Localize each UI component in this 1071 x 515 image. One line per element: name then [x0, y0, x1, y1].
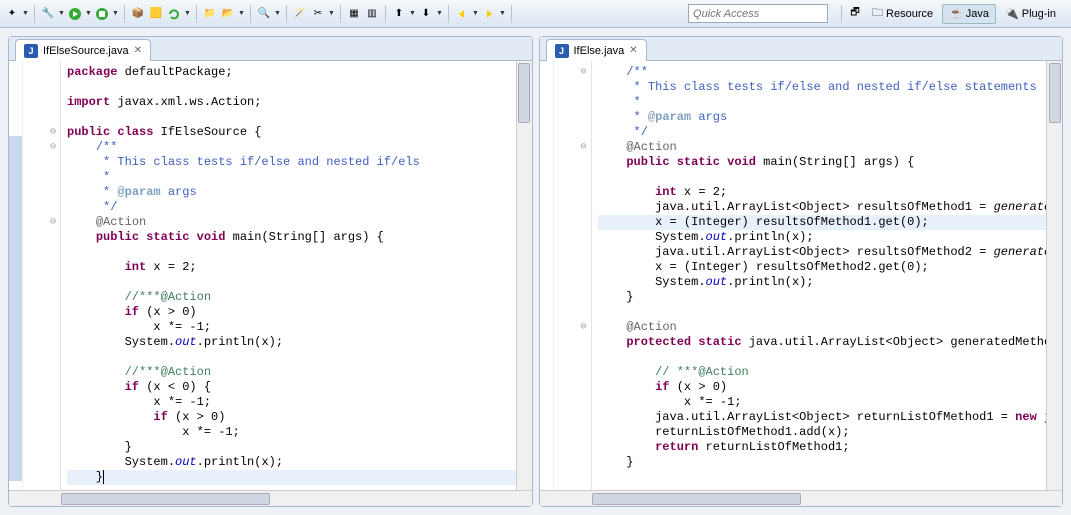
- back-icon[interactable]: [454, 6, 470, 22]
- fold-gutter[interactable]: ⊖⊖⊖: [554, 61, 592, 490]
- separator: [196, 5, 197, 23]
- editor-tab[interactable]: J IfElseSource.java ✕: [15, 39, 151, 61]
- dropdown-icon[interactable]: ▼: [22, 10, 29, 17]
- perspective-label: Java: [966, 8, 989, 20]
- close-icon[interactable]: ✕: [134, 45, 142, 56]
- workspace: J IfElseSource.java ✕ ⊖⊖⊖ package defaul…: [0, 28, 1071, 515]
- new-icon[interactable]: ✦: [4, 6, 20, 22]
- forward-icon[interactable]: [481, 6, 497, 22]
- new-class-icon[interactable]: 🟨: [148, 6, 164, 22]
- editor-tabstrip: J IfElseSource.java ✕: [9, 37, 532, 61]
- dropdown-icon[interactable]: ▼: [238, 10, 245, 17]
- editor-tab[interactable]: J IfElse.java ✕: [546, 39, 647, 61]
- editor-left: J IfElseSource.java ✕ ⊖⊖⊖ package defaul…: [8, 36, 533, 507]
- editor-body: ⊖⊖⊖ /** * This class tests if/else and n…: [540, 61, 1063, 490]
- separator: [250, 5, 251, 23]
- dropdown-icon[interactable]: ▼: [328, 10, 335, 17]
- cut-icon[interactable]: ✂: [310, 6, 326, 22]
- quick-access-input[interactable]: [688, 4, 828, 23]
- main-toolbar: ✦▼ 🔧▼ ▼ ▼ 📦 🟨 ▼ 📁 📂▼ 🔍 ▼ 🪄 ✂▼ ▦ ▥ ⬆▼ ⬇▼ …: [0, 0, 1071, 28]
- perspective-label: Plug-in: [1022, 8, 1056, 20]
- code-area[interactable]: /** * This class tests if/else and neste…: [592, 61, 1047, 490]
- refresh-icon[interactable]: [166, 6, 182, 22]
- editor-body: ⊖⊖⊖ package defaultPackage; import javax…: [9, 61, 532, 490]
- dropdown-icon[interactable]: ▼: [409, 10, 416, 17]
- save-icon[interactable]: 🔧: [40, 6, 56, 22]
- vertical-scrollbar[interactable]: [516, 61, 532, 490]
- dropdown-icon[interactable]: ▼: [85, 10, 92, 17]
- run-icon[interactable]: [67, 6, 83, 22]
- code-area[interactable]: package defaultPackage; import javax.xml…: [61, 61, 516, 490]
- perspective-plugin[interactable]: 🔌 Plug-in: [998, 4, 1063, 24]
- open-perspective-icon[interactable]: 🗗: [847, 6, 863, 22]
- separator: [340, 5, 341, 23]
- tab-title: IfElseSource.java: [43, 45, 129, 57]
- debug-icon[interactable]: [94, 6, 110, 22]
- perspective-label: Resource: [886, 8, 933, 20]
- java-file-icon: J: [24, 44, 38, 58]
- separator: [448, 5, 449, 23]
- search-icon[interactable]: 🔍: [256, 6, 272, 22]
- dropdown-icon[interactable]: ▼: [184, 10, 191, 17]
- dropdown-icon[interactable]: ▼: [274, 10, 281, 17]
- dropdown-icon[interactable]: ▼: [112, 10, 119, 17]
- toggle-icon[interactable]: ▦: [346, 6, 362, 22]
- perspective-resource[interactable]: 🗀 Resource: [865, 4, 940, 24]
- plugin-icon: 🔌: [1005, 7, 1019, 20]
- perspective-java[interactable]: ☕ Java: [942, 4, 996, 24]
- wand-icon[interactable]: 🪄: [292, 6, 308, 22]
- perspective-switcher: 🗗 🗀 Resource ☕ Java 🔌 Plug-in: [847, 4, 1067, 24]
- java-icon: ☕: [949, 7, 963, 20]
- fold-gutter[interactable]: ⊖⊖⊖: [23, 61, 61, 490]
- dropdown-icon[interactable]: ▼: [472, 10, 479, 17]
- marker-bar: [540, 61, 554, 490]
- toggle2-icon[interactable]: ▥: [364, 6, 380, 22]
- java-file-icon: J: [555, 44, 569, 58]
- horizontal-scrollbar[interactable]: [9, 490, 532, 506]
- open-type-icon[interactable]: 📁: [202, 6, 218, 22]
- separator: [841, 5, 842, 23]
- open-task-icon[interactable]: 📂: [220, 6, 236, 22]
- marker-bar: [9, 61, 23, 490]
- separator: [124, 5, 125, 23]
- separator: [511, 5, 512, 23]
- tab-title: IfElse.java: [574, 45, 625, 57]
- separator: [286, 5, 287, 23]
- resource-icon: 🗀: [872, 4, 883, 23]
- down-icon[interactable]: ⬇: [418, 6, 434, 22]
- close-icon[interactable]: ✕: [629, 45, 637, 56]
- dropdown-icon[interactable]: ▼: [499, 10, 506, 17]
- separator: [385, 5, 386, 23]
- dropdown-icon[interactable]: ▼: [58, 10, 65, 17]
- editor-tabstrip: J IfElse.java ✕: [540, 37, 1063, 61]
- up-icon[interactable]: ⬆: [391, 6, 407, 22]
- separator: [34, 5, 35, 23]
- new-package-icon[interactable]: 📦: [130, 6, 146, 22]
- vertical-scrollbar[interactable]: [1046, 61, 1062, 490]
- horizontal-scrollbar[interactable]: [540, 490, 1063, 506]
- editor-right: J IfElse.java ✕ ⊖⊖⊖ /** * This class tes…: [539, 36, 1064, 507]
- dropdown-icon[interactable]: ▼: [436, 10, 443, 17]
